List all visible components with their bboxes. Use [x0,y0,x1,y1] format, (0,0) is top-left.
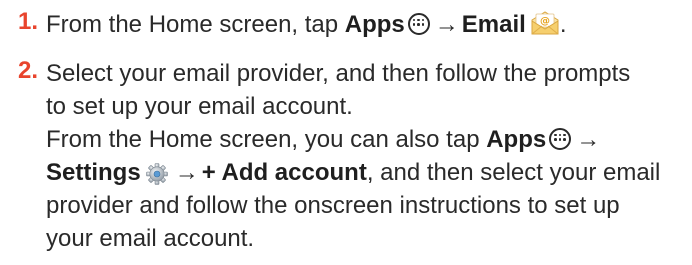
apps-label: Apps [486,126,547,153]
add-account-label: + Add account [201,159,367,186]
right-arrow: → [174,159,199,186]
step-2: 2. Select your email provider, and then … [18,57,682,255]
email-envelope-icon: @ [530,10,560,36]
alt-line-2: Settings → + Add account, and then selec… [46,156,682,189]
svg-text:@: @ [540,16,550,27]
step-1-period: . [559,11,567,38]
step-1: 1. From the Home screen, tap Apps → Email… [18,8,682,41]
step-number: 1. [18,8,39,35]
step-2-line-2: to set up your email account. [46,93,353,120]
right-arrow: → [576,126,601,153]
settings-label: Settings [46,159,141,186]
settings-gear-icon [145,161,168,185]
instruction-text: From the Home screen, tap [46,11,345,38]
apps-grid-icon [549,127,572,150]
right-arrow: → [434,11,459,38]
email-label: Email [461,11,526,38]
alt-instruction-text: From the Home screen, you can also tap [46,126,487,153]
step-2-body: Select your email provider, and then fol… [46,57,682,255]
step-1-body: From the Home screen, tap Apps →Email @ [46,8,682,41]
alt-line-3: provider and follow the onscreen instruc… [46,192,620,219]
alt-suffix-text: , and then select your email [366,159,661,186]
apps-grid-icon [407,12,430,35]
step-number: 2. [18,57,39,84]
step-1-line: From the Home screen, tap Apps →Email @ [46,8,682,41]
alt-line-4: your email account. [46,225,255,252]
apps-label: Apps [344,11,405,38]
alt-line-1: From the Home screen, you can also tap A… [46,123,682,156]
step-2-line-1: Select your email provider, and then fol… [46,60,631,87]
